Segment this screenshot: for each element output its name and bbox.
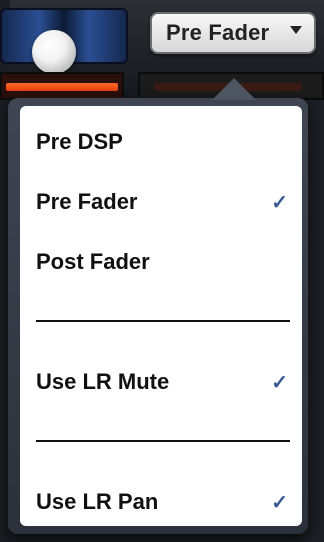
tap-point-dropdown-button[interactable]: Pre Fader (150, 12, 316, 54)
checkmark-icon: ✓ (271, 491, 288, 514)
menu-divider (36, 440, 290, 442)
checkmark-icon: ✓ (271, 191, 288, 214)
menu-item-pre-fader[interactable]: Pre Fader ✓ (20, 178, 302, 226)
level-meter-left (0, 72, 124, 100)
menu-item-label: Use LR Mute (36, 369, 170, 394)
popover-arrow (212, 78, 256, 100)
menu-item-use-lr-pan[interactable]: Use LR Pan ✓ (20, 478, 302, 526)
menu-item-label: Post Fader (36, 249, 150, 274)
chevron-down-icon (290, 26, 302, 34)
menu-item-pre-dsp[interactable]: Pre DSP (20, 118, 302, 166)
pan-slider-track[interactable] (0, 8, 128, 74)
tap-point-dropdown-label: Pre Fader (166, 20, 270, 45)
menu-divider (36, 320, 290, 322)
menu-item-post-fader[interactable]: Post Fader (20, 238, 302, 286)
level-meter-left-fill (6, 83, 118, 91)
menu-item-label: Pre Fader (36, 189, 138, 214)
menu-item-use-lr-mute[interactable]: Use LR Mute ✓ (20, 358, 302, 406)
checkmark-icon: ✓ (271, 371, 288, 394)
menu-item-label: Pre DSP (36, 129, 123, 154)
pan-slider-knob[interactable] (32, 30, 76, 74)
menu-item-label: Use LR Pan (36, 489, 159, 514)
tap-point-menu: Pre DSP Pre Fader ✓ Post Fader Use LR Mu… (20, 106, 302, 526)
